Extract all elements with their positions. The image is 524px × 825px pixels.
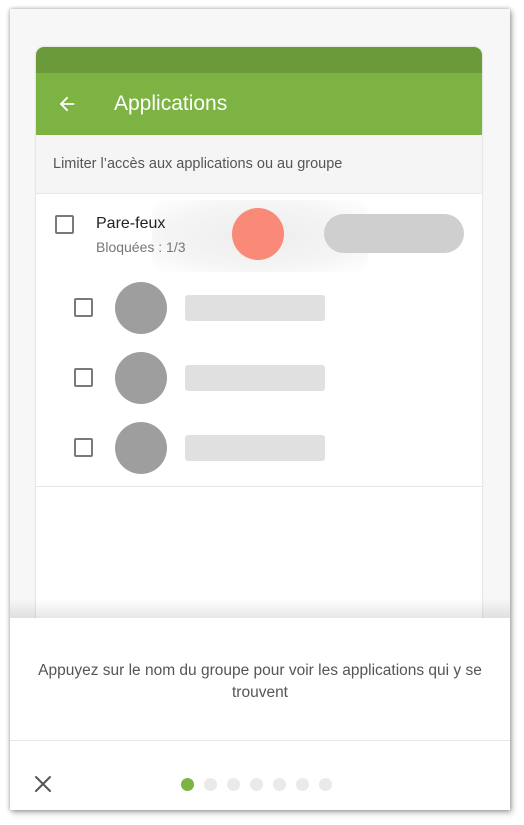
list-divider	[36, 486, 482, 487]
page-dot[interactable]	[181, 778, 194, 791]
app-icon-placeholder	[115, 352, 167, 404]
page-dot[interactable]	[319, 778, 332, 791]
app-icon-placeholder	[115, 282, 167, 334]
tutorial-message: Appuyez sur le nom du groupe pour voir l…	[38, 662, 482, 701]
group-status: Bloquées : 1/3	[96, 239, 186, 255]
app-preview: Applications Limiter l’accès aux applica…	[36, 47, 482, 687]
tutorial-sheet: Appuyez sur le nom du groupe pour voir l…	[10, 618, 510, 810]
app-checkbox[interactable]	[74, 438, 93, 457]
app-icon-placeholder	[115, 422, 167, 474]
group-toggle-placeholder	[324, 214, 464, 253]
subheader: Limiter l’accès aux applications ou au g…	[36, 135, 482, 194]
app-checkbox[interactable]	[74, 368, 93, 387]
app-row[interactable]	[36, 274, 482, 344]
sheet-divider	[10, 740, 510, 741]
page-dot[interactable]	[227, 778, 240, 791]
page-dot[interactable]	[250, 778, 263, 791]
app-name-placeholder	[185, 295, 325, 321]
close-icon[interactable]	[34, 775, 52, 793]
tap-indicator	[232, 208, 284, 260]
page-indicator[interactable]	[181, 778, 332, 791]
page-title: Applications	[114, 92, 228, 115]
page-dot[interactable]	[296, 778, 309, 791]
app-row[interactable]	[36, 414, 482, 484]
tutorial-frame: Applications Limiter l’accès aux applica…	[10, 9, 510, 810]
arrow-left-icon[interactable]	[56, 93, 78, 115]
group-checkbox[interactable]	[55, 215, 74, 234]
group-row[interactable]: Pare-feux Bloquées : 1/3	[36, 194, 482, 274]
group-name[interactable]: Pare-feux	[96, 215, 165, 233]
page-dot[interactable]	[273, 778, 286, 791]
page-dot[interactable]	[204, 778, 217, 791]
app-bar: Applications	[36, 73, 482, 135]
status-bar	[36, 47, 482, 73]
app-row[interactable]	[36, 344, 482, 414]
app-name-placeholder	[185, 435, 325, 461]
app-name-placeholder	[185, 365, 325, 391]
subheader-text: Limiter l’accès aux applications ou au g…	[53, 156, 343, 172]
app-checkbox[interactable]	[74, 298, 93, 317]
